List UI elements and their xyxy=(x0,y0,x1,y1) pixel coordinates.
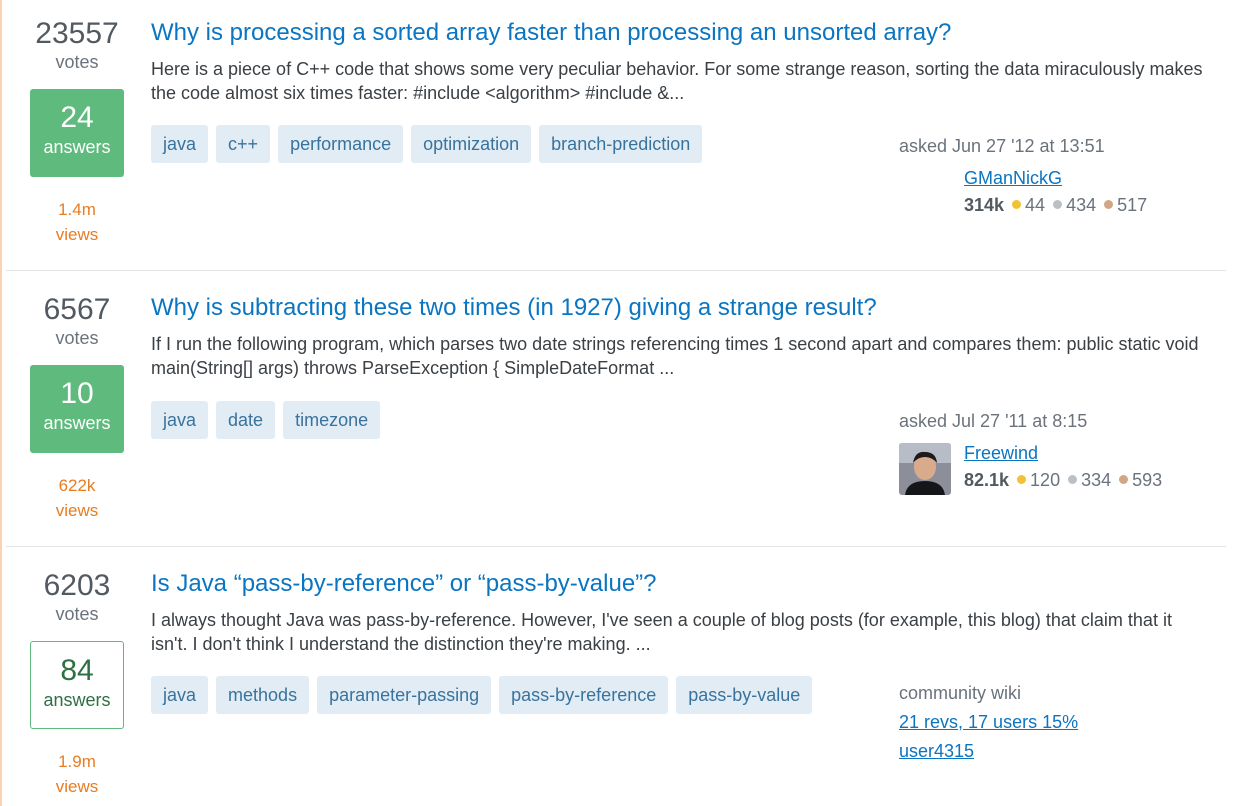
answers-count: 10 xyxy=(60,377,94,410)
tag-parameter-passing[interactable]: parameter-passing xyxy=(317,676,492,714)
silver-badges: 434 xyxy=(1053,195,1096,215)
question-body: Is Java “pass-by-reference” or “pass-by-… xyxy=(151,569,1213,656)
vote-count: 23557 xyxy=(35,17,119,50)
question-stats: 23557 votes 24 answers 1.4m views xyxy=(22,17,132,247)
user-details: Freewind 82.1k 120 334 593 xyxy=(964,441,1170,492)
answers-count-accepted: 10 answers xyxy=(30,365,124,453)
question-body: Why is subtracting these two times (in 1… xyxy=(151,293,1213,380)
question-stats: 6567 votes 10 answers 622k views xyxy=(22,293,132,523)
answers-count: 24 xyxy=(60,101,94,134)
tag-date[interactable]: date xyxy=(216,401,276,439)
avatar-photo-icon xyxy=(899,443,951,495)
tag-branch-prediction[interactable]: branch-prediction xyxy=(539,125,703,163)
views-value: 622k xyxy=(58,476,96,495)
revisions-link[interactable]: 21 revs, 17 users 15% xyxy=(899,712,1078,732)
views-count: 1.9m views xyxy=(22,749,132,799)
user-avatar[interactable] xyxy=(899,443,951,495)
user-row: Freewind 82.1k 120 334 593 xyxy=(899,441,1219,495)
community-wiki-card: community wiki 21 revs, 17 users 15% use… xyxy=(899,679,1219,766)
question-body: Why is processing a sorted array faster … xyxy=(151,18,1213,105)
bronze-badges: 593 xyxy=(1119,470,1162,490)
views-value: 1.9m xyxy=(58,752,96,771)
question-excerpt: I always thought Java was pass-by-refere… xyxy=(151,610,1172,654)
asked-timestamp: asked Jun 27 '12 at 13:51 xyxy=(899,136,1105,156)
asked-timestamp: asked Jul 27 '11 at 8:15 xyxy=(899,411,1088,431)
views-label: views xyxy=(55,225,99,244)
tag-timezone[interactable]: timezone xyxy=(283,401,381,439)
revisions-row: 21 revs, 17 users 15% xyxy=(899,708,1219,737)
tag-list: java methods parameter-passing pass-by-refe… xyxy=(151,676,820,714)
tag-methods[interactable]: methods xyxy=(216,676,310,714)
silver-badge-count: 434 xyxy=(1066,195,1097,215)
vote-count: 6567 xyxy=(43,293,111,326)
question-excerpt: If I run the following program, which pa… xyxy=(151,334,1199,378)
answers-count: 84 answers xyxy=(30,641,124,729)
community-wiki-label: community wiki xyxy=(899,683,1022,703)
bronze-badge-count: 517 xyxy=(1117,195,1148,215)
reputation-score: 314k xyxy=(964,195,1005,215)
user-card: asked Jun 27 '12 at 13:51 GManNickG 314k… xyxy=(899,134,1219,216)
user-name-link[interactable]: Freewind xyxy=(964,443,1038,463)
views-count: 622k views xyxy=(22,473,132,523)
user-card: asked Jul 27 '11 at 8:15 Freewind 82.1k 1… xyxy=(899,409,1219,495)
bronze-badge-count: 593 xyxy=(1132,470,1163,490)
reputation-row: 82.1k 120 334 593 xyxy=(964,468,1170,492)
user-details: GManNickG 314k 44 434 517 xyxy=(964,166,1155,217)
question-title-link[interactable]: Is Java “pass-by-reference” or “pass-by-… xyxy=(151,569,1213,599)
answers-label: answers xyxy=(43,690,111,710)
tag-java[interactable]: java xyxy=(151,125,209,163)
vote-count: 6203 xyxy=(43,569,111,602)
votes-label: votes xyxy=(55,328,99,348)
tag-java[interactable]: java xyxy=(151,676,209,714)
question-excerpt: Here is a piece of C++ code that shows s… xyxy=(151,59,1203,103)
reputation-score: 82.1k xyxy=(964,470,1010,490)
tag-list: java c++ performance optimization branch-pre… xyxy=(151,125,710,163)
views-label: views xyxy=(55,777,99,796)
gold-badges: 44 xyxy=(1012,195,1045,215)
views-value: 1.4m xyxy=(58,200,96,219)
reputation-row: 314k 44 434 517 xyxy=(964,193,1155,217)
silver-badge-icon xyxy=(1053,199,1063,209)
votes-label: votes xyxy=(55,604,99,624)
gold-badge-count: 120 xyxy=(1030,470,1061,490)
tag-java[interactable]: java xyxy=(151,401,209,439)
silver-badge-count: 334 xyxy=(1081,470,1112,490)
silver-badges: 334 xyxy=(1068,470,1111,490)
silver-badge-icon xyxy=(1068,474,1078,484)
tag-performance[interactable]: performance xyxy=(278,125,404,163)
gold-badge-icon xyxy=(1012,199,1022,209)
views-label: views xyxy=(55,501,99,520)
answers-label: answers xyxy=(43,137,111,157)
question-summary: 6203 votes 84 answers 1.9m views Is Java… xyxy=(0,547,1226,806)
user-row: GManNickG 314k 44 434 517 xyxy=(899,166,1219,216)
bronze-badges: 517 xyxy=(1104,195,1147,215)
answers-count-value: 84 xyxy=(60,654,94,687)
question-title-link[interactable]: Why is subtracting these two times (in 1… xyxy=(151,293,1213,323)
community-user-row: user4315 xyxy=(899,737,1219,766)
bronze-badge-icon xyxy=(1119,474,1129,484)
question-summary: 23557 votes 24 answers 1.4m views Why is… xyxy=(0,0,1226,270)
tag-pass-by-reference[interactable]: pass-by-reference xyxy=(499,676,669,714)
tag-pass-by-value[interactable]: pass-by-value xyxy=(676,676,813,714)
tag-optimization[interactable]: optimization xyxy=(411,125,532,163)
question-title-link[interactable]: Why is processing a sorted array faster … xyxy=(151,18,1213,48)
tag-cpp[interactable]: c++ xyxy=(216,125,271,163)
gold-badges: 120 xyxy=(1017,470,1060,490)
answers-label: answers xyxy=(43,413,111,433)
gold-badge-count: 44 xyxy=(1025,195,1046,215)
bronze-badge-icon xyxy=(1104,199,1114,209)
user-name-link[interactable]: user4315 xyxy=(899,741,974,761)
tag-list: java date timezone xyxy=(151,401,388,439)
votes-label: votes xyxy=(55,52,99,72)
question-stats: 6203 votes 84 answers 1.9m views xyxy=(22,569,132,799)
gold-badge-icon xyxy=(1017,474,1027,484)
question-summary: 6567 votes 10 answers 622k views Why is … xyxy=(0,271,1226,546)
views-count: 1.4m views xyxy=(22,197,132,247)
answers-count-accepted: 24 answers xyxy=(30,89,124,177)
user-name-link[interactable]: GManNickG xyxy=(964,168,1062,188)
